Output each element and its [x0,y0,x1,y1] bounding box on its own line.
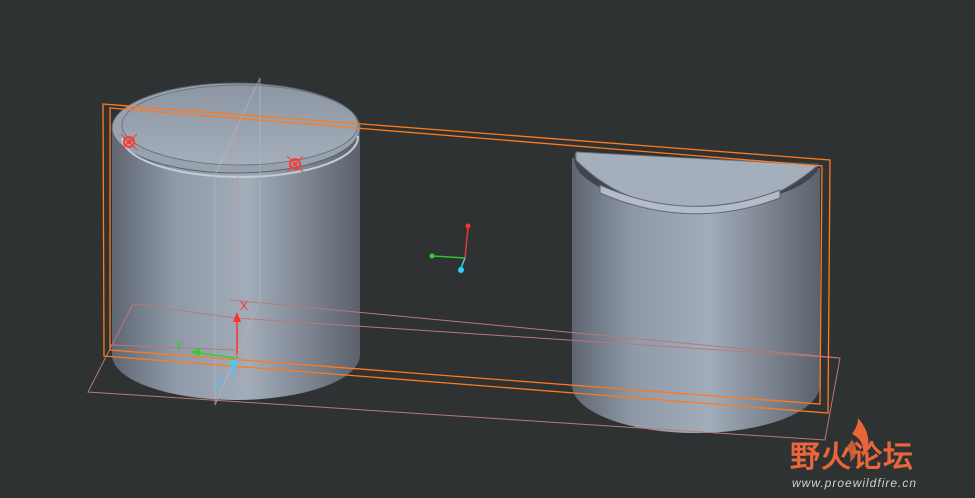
datum-point-marker[interactable] [120,133,138,151]
model-canvas[interactable]: X Y Z A_1 [0,0,975,498]
x-axis-label: X [240,299,248,313]
watermark-url: www.proewildfire.cn [792,476,918,490]
watermark-title: 野火论坛 [790,440,914,475]
y-axis-label: Y [175,339,183,353]
view-orientation-triad [429,223,471,273]
axis-name-label: A_1 [236,348,256,360]
datum-point-marker[interactable] [286,155,304,173]
z-axis-label: Z [215,376,222,390]
3d-viewport[interactable]: X Y Z A_1 野火论坛 www.proewildfire.cn [0,0,975,498]
right-half-cylinder-part[interactable] [572,151,820,433]
watermark: 野火论坛 www.proewildfire.cn [790,432,970,494]
